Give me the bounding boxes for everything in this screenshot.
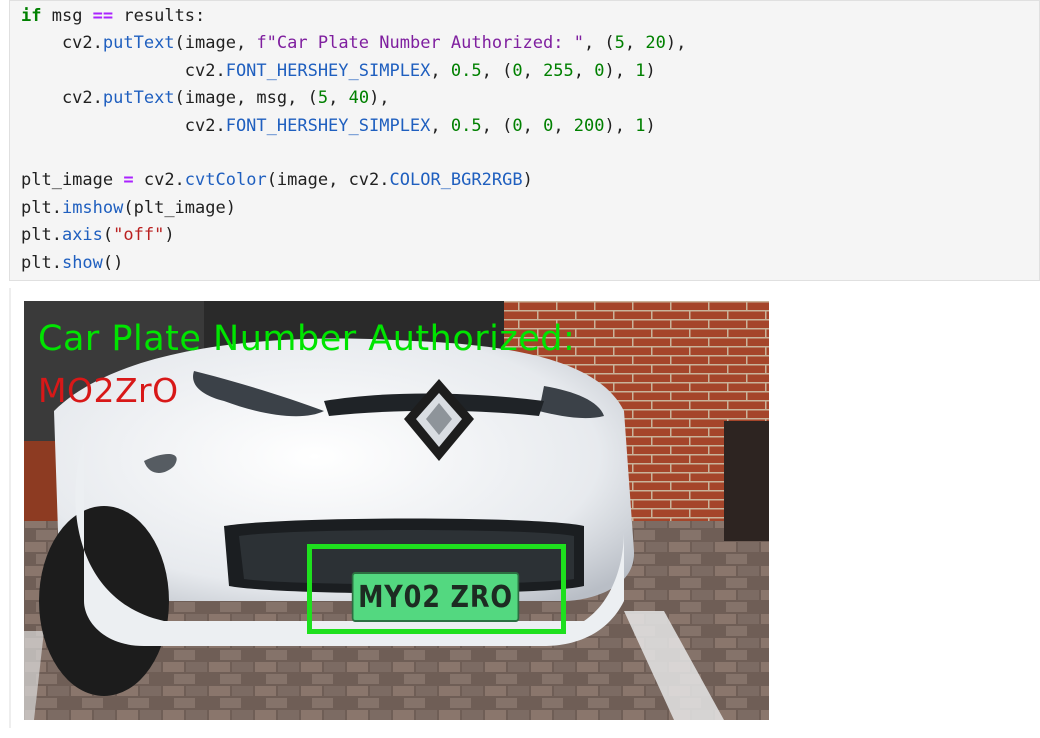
car-photo-image (24, 301, 769, 720)
output-image: Car Plate Number Authorized: MO2ZrO MY02… (24, 301, 769, 720)
output-gutter (9, 288, 11, 728)
license-plate: MY02 ZRO (351, 572, 520, 622)
code-block[interactable]: if msg == results: cv2.putText(image, f"… (21, 3, 686, 277)
authorized-overlay-text: Car Plate Number Authorized: (38, 319, 576, 359)
code-cell[interactable]: if msg == results: cv2.putText(image, f"… (9, 0, 1040, 281)
plate-overlay-text: MO2ZrO (38, 371, 179, 410)
